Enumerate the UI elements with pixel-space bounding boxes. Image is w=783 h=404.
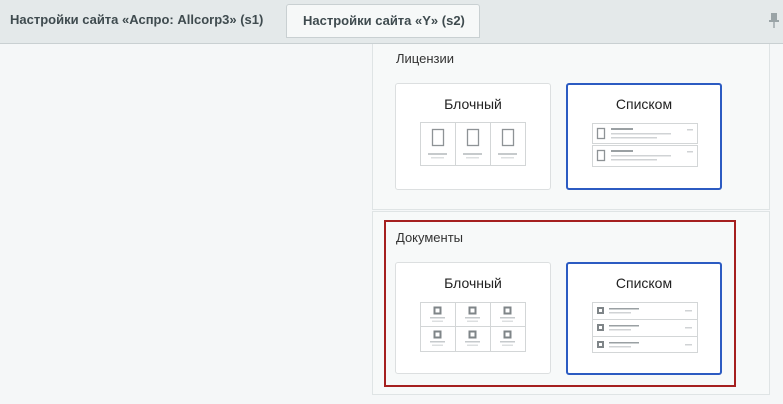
documents-option-block-label: Блочный xyxy=(444,275,502,291)
documents-option-list[interactable]: Списком xyxy=(566,262,722,375)
licenses-title: Лицензии xyxy=(396,51,454,66)
documents-option-list-label: Списком xyxy=(615,275,673,291)
pin-icon[interactable] xyxy=(767,12,781,28)
list-layout-preview xyxy=(592,302,698,353)
licenses-option-block[interactable]: Блочный xyxy=(395,83,551,190)
documents-title: Документы xyxy=(396,230,464,245)
left-pane xyxy=(0,44,372,404)
tab-bar: Настройки сайта «Аспро: Allcorp3» (s1) Н… xyxy=(0,0,783,44)
licenses-option-list[interactable]: Списком xyxy=(566,83,722,190)
block-layout-preview xyxy=(420,302,526,352)
block-layout-preview xyxy=(420,122,526,166)
documents-option-block[interactable]: Блочный xyxy=(395,262,551,374)
licenses-option-list-label: Списком xyxy=(615,96,673,112)
tab-site-s2[interactable]: Настройки сайта «Y» (s2) xyxy=(286,4,480,38)
tab-site-s1[interactable]: Настройки сайта «Аспро: Allcorp3» (s1) xyxy=(0,4,281,38)
list-layout-preview xyxy=(592,123,698,167)
licenses-option-block-label: Блочный xyxy=(444,96,502,112)
